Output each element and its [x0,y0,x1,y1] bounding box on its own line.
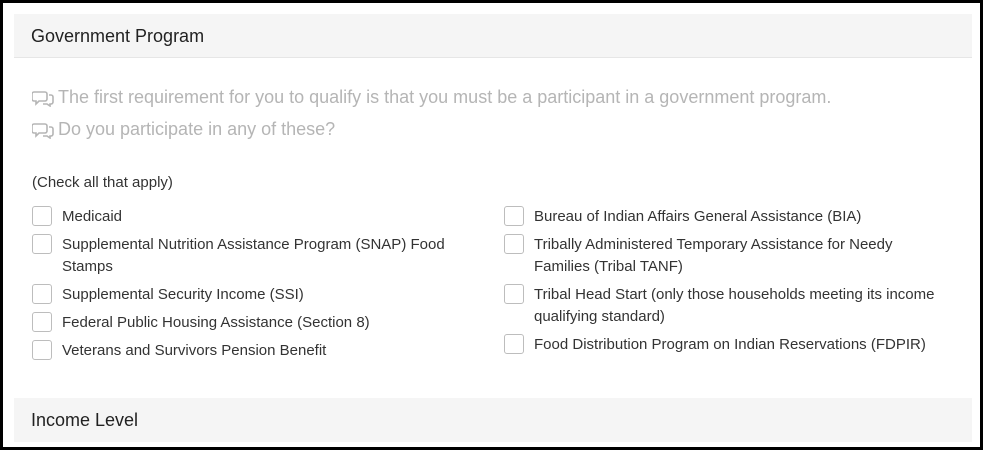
option-veterans-pension[interactable]: Veterans and Survivors Pension Benefit [32,340,472,362]
option-label: Veterans and Survivors Pension Benefit [62,342,327,359]
checkbox[interactable] [32,284,52,304]
comments-icon [32,89,54,107]
option-bia[interactable]: Bureau of Indian Affairs General Assista… [504,206,944,228]
option-fdpir[interactable]: Food Distribution Program on Indian Rese… [504,334,944,356]
government-program-header[interactable]: Government Program [14,14,972,58]
option-section-8[interactable]: Federal Public Housing Assistance (Secti… [32,312,472,334]
checkbox[interactable] [504,234,524,254]
prompt-participation-text: Do you participate in any of these? [58,119,336,139]
checkbox[interactable] [504,284,524,304]
checkbox[interactable] [504,206,524,226]
option-label: Food Distribution Program on Indian Rese… [534,336,926,353]
income-level-header[interactable]: Income Level [14,398,972,442]
income-level-title: Income Level [31,410,139,430]
checkbox[interactable] [32,206,52,226]
option-label: Bureau of Indian Affairs General Assista… [534,208,862,225]
eligibility-form-frame: Government Program The first requirement… [0,0,983,450]
checkbox[interactable] [32,312,52,332]
checkbox[interactable] [32,234,52,254]
program-options-right: Bureau of Indian Affairs General Assista… [504,206,944,362]
prompt-requirement-text: The first requirement for you to qualify… [58,87,832,107]
option-label: Tribal Head Start (only those households… [534,286,935,325]
prompt-participation: Do you participate in any of these? [32,119,335,140]
option-label: Medicaid [62,208,123,225]
option-medicaid[interactable]: Medicaid [32,206,472,228]
checkbox[interactable] [32,340,52,360]
checkbox[interactable] [504,334,524,354]
check-all-instruction: (Check all that apply) [32,174,173,191]
option-label: Supplemental Security Income (SSI) [62,286,304,303]
option-ssi[interactable]: Supplemental Security Income (SSI) [32,284,472,306]
option-label: Federal Public Housing Assistance (Secti… [62,314,370,331]
option-tribal-tanf[interactable]: Tribally Administered Temporary Assistan… [504,234,944,278]
prompt-requirement: The first requirement for you to qualify… [32,87,831,108]
government-program-title: Government Program [31,26,205,46]
option-tribal-head-start[interactable]: Tribal Head Start (only those households… [504,284,944,328]
option-label: Tribally Administered Temporary Assistan… [534,236,893,275]
program-options-left: Medicaid Supplemental Nutrition Assistan… [32,206,472,368]
option-snap[interactable]: Supplemental Nutrition Assistance Progra… [32,234,472,278]
option-label: Supplemental Nutrition Assistance Progra… [62,236,445,275]
comments-icon [32,121,54,139]
